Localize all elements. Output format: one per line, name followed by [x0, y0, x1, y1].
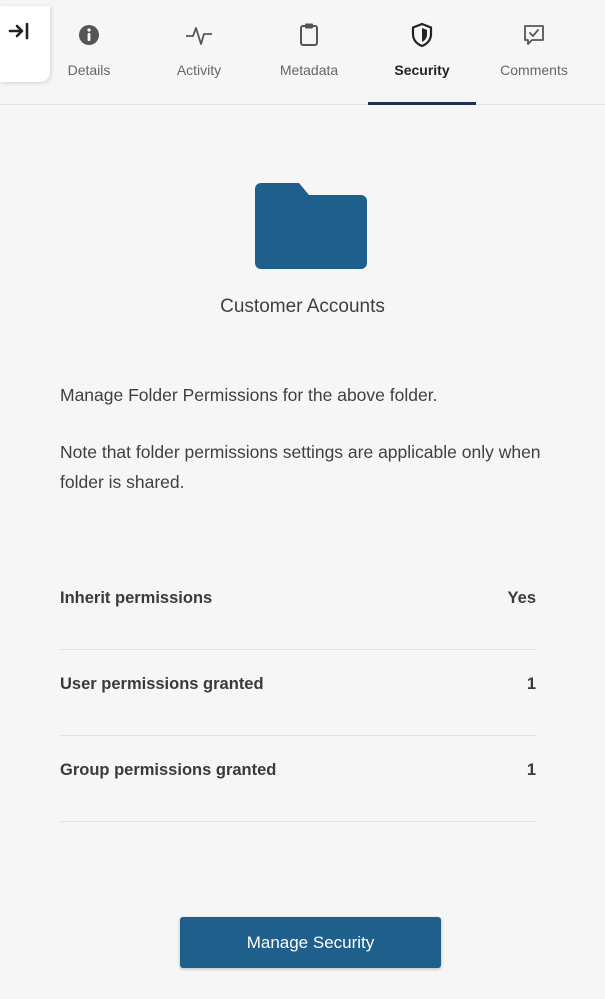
comment-check-icon	[524, 25, 544, 45]
tab-activity[interactable]: Activity	[158, 20, 240, 104]
tab-label: Security	[394, 62, 450, 78]
tab-comments[interactable]: Comments	[484, 20, 584, 104]
permission-row-user: User permissions granted 1	[60, 649, 536, 736]
activity-pulse-icon	[186, 27, 212, 45]
permission-value: 1	[526, 675, 536, 693]
permission-label: Group permissions granted	[60, 761, 277, 779]
collapse-panel-icon	[8, 22, 29, 40]
note-text: Note that folder permissions settings ar…	[60, 442, 541, 492]
manage-security-button[interactable]: Manage Security	[180, 917, 441, 968]
tab-label: Details	[67, 62, 111, 78]
shield-icon	[411, 22, 433, 48]
security-panel: Details Activity Metadata Security Comme…	[0, 0, 605, 999]
permission-value: Yes	[507, 589, 536, 607]
permission-value: 1	[526, 761, 536, 779]
collapse-panel-button[interactable]	[0, 6, 50, 82]
tab-bar: Details Activity Metadata Security Comme…	[0, 0, 605, 105]
tab-label: Metadata	[279, 62, 339, 78]
permission-label: User permissions granted	[60, 675, 264, 693]
clipboard-icon	[300, 23, 318, 46]
description-text: Manage Folder Permissions for the above …	[60, 385, 438, 405]
folder-icon	[255, 183, 367, 269]
tab-security[interactable]: Security	[368, 20, 476, 105]
tab-label: Comments	[500, 62, 568, 78]
permission-row-group: Group permissions granted 1	[60, 735, 536, 822]
permission-row-inherit: Inherit permissions Yes	[60, 563, 536, 650]
permission-label: Inherit permissions	[60, 589, 213, 607]
tab-metadata[interactable]: Metadata	[266, 20, 352, 104]
folder-name: Customer Accounts	[220, 296, 385, 317]
tab-details[interactable]: Details	[52, 20, 126, 104]
tab-label: Activity	[176, 62, 222, 78]
info-icon	[79, 25, 99, 45]
